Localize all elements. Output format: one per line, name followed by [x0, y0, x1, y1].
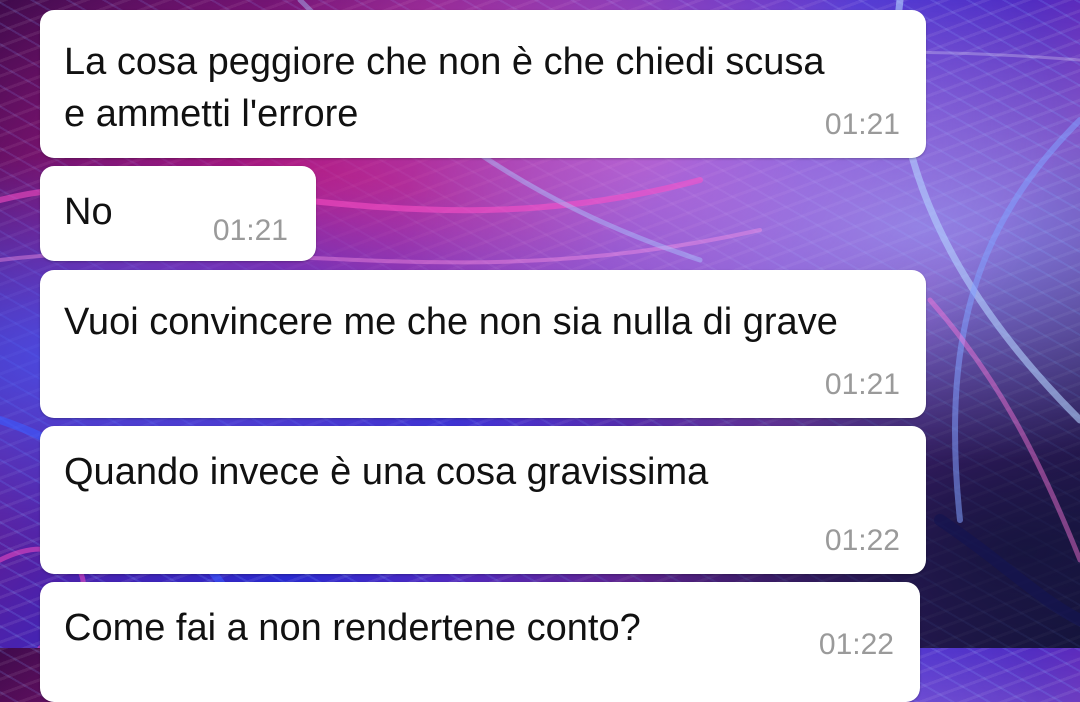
message-text: La cosa peggiore che non è che chiedi sc… [64, 41, 825, 135]
message-timestamp: 01:21 [212, 214, 288, 247]
message-timestamp: 01:22 [824, 524, 900, 557]
message-bubble[interactable]: Come fai a non rendertene conto? 01:22 [40, 582, 920, 702]
message-timestamp: 01:21 [824, 368, 900, 401]
message-timestamp: 01:21 [824, 108, 900, 141]
message-text: No [64, 191, 113, 233]
message-bubble[interactable]: La cosa peggiore che non è che chiedi sc… [40, 10, 926, 158]
message-text: Quando invece è una cosa gravissima [64, 451, 709, 493]
message-text: Come fai a non rendertene conto? [64, 607, 641, 649]
message-text: Vuoi convincere me che non sia nulla di … [64, 301, 838, 343]
message-bubble[interactable]: No 01:21 [40, 166, 316, 261]
message-timestamp: 01:22 [818, 628, 894, 661]
message-bubble[interactable]: Vuoi convincere me che non sia nulla di … [40, 270, 926, 418]
chat-messages: La cosa peggiore che non è che chiedi sc… [0, 0, 1080, 702]
message-bubble[interactable]: Quando invece è una cosa gravissima 01:2… [40, 426, 926, 574]
